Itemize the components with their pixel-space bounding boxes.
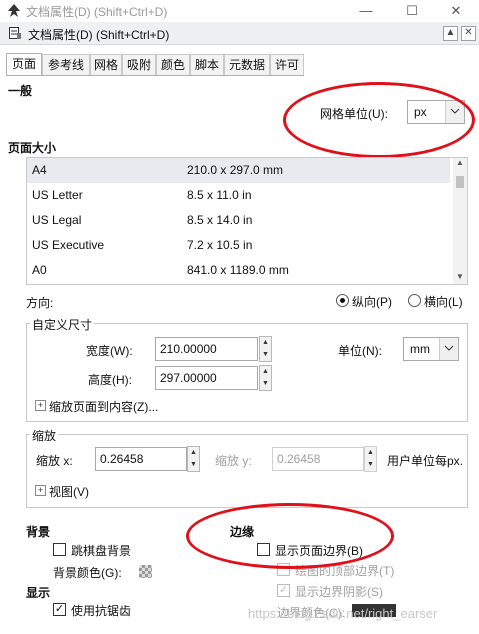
- detach-icon: ▲: [445, 27, 456, 38]
- scale-frame: [26, 434, 468, 508]
- page-size-heading: 页面大小: [8, 141, 57, 155]
- page-units-select[interactable]: mm: [403, 337, 459, 361]
- inkscape-app-icon: [8, 4, 20, 17]
- checkerboard-checkbox[interactable]: [53, 543, 66, 556]
- tab-grids[interactable]: 网格: [90, 54, 122, 75]
- antialias-label: 使用抗锯齿: [71, 604, 132, 618]
- document-properties-icon: [9, 27, 21, 39]
- dock-detach-button[interactable]: ▲: [443, 26, 458, 41]
- landscape-label: 横向(L): [424, 295, 463, 309]
- display-heading: 显示: [26, 586, 51, 600]
- tab-license[interactable]: 许可: [270, 54, 304, 75]
- width-input[interactable]: 210.00000: [155, 337, 258, 361]
- annotation-circle-grid-units: [283, 82, 475, 158]
- scroll-down-icon[interactable]: ▼: [453, 272, 467, 284]
- window-title: 文档属性(D) (Shift+Ctrl+D): [26, 5, 168, 19]
- list-item[interactable]: US Letter 8.5 x 11.0 in: [27, 183, 450, 208]
- stepper-down-icon[interactable]: ▼: [260, 378, 271, 389]
- landscape-radio[interactable]: [408, 294, 421, 307]
- list-scrollbar[interactable]: ▲ ▼: [453, 158, 467, 284]
- stepper-down-icon[interactable]: ▼: [188, 459, 199, 470]
- maximize-button[interactable]: ☐: [389, 0, 435, 22]
- tab-page[interactable]: 页面: [6, 53, 42, 76]
- portrait-label: 纵向(P): [352, 295, 392, 309]
- units-label: 单位(N):: [338, 344, 382, 358]
- dock-title: 文档属性(D) (Shift+Ctrl+D): [28, 28, 170, 42]
- general-heading: 一般: [8, 84, 33, 98]
- background-color-swatch[interactable]: [139, 565, 152, 578]
- close-button[interactable]: ✕: [433, 0, 479, 22]
- height-stepper[interactable]: ▲ ▼: [259, 365, 272, 391]
- expand-icon[interactable]: +: [35, 485, 46, 496]
- close-icon: ✕: [464, 27, 473, 38]
- minimize-icon: —: [359, 3, 373, 18]
- scale-y-stepper[interactable]: ▲ ▼: [364, 446, 377, 472]
- watermark-text: https://blog.csdn.net/right_earser: [248, 606, 438, 621]
- list-item[interactable]: A0 841.0 x 1189.0 mm: [27, 258, 450, 283]
- expand-icon[interactable]: +: [35, 400, 46, 411]
- border-shadow-label: 显示边界阴影(S): [295, 585, 383, 599]
- background-heading: 背景: [26, 525, 51, 539]
- tab-snap[interactable]: 吸附: [122, 54, 156, 75]
- height-label: 高度(H):: [88, 373, 132, 387]
- list-item[interactable]: US Executive 7.2 x 10.5 in: [27, 233, 450, 258]
- tab-guides[interactable]: 参考线: [42, 54, 90, 75]
- scale-x-input[interactable]: 0.26458: [95, 447, 187, 471]
- viewbox-expander[interactable]: 视图(V): [49, 483, 89, 500]
- height-input[interactable]: 297.00000: [155, 366, 258, 390]
- scale-x-label: 缩放 x:: [36, 454, 73, 468]
- dock-close-button[interactable]: ✕: [461, 26, 476, 41]
- width-label: 宽度(W):: [86, 344, 133, 358]
- scale-y-input[interactable]: 0.26458: [272, 447, 364, 471]
- scale-y-label: 缩放 y:: [215, 454, 252, 468]
- orientation-label: 方向:: [26, 296, 54, 310]
- list-item[interactable]: US Legal 8.5 x 14.0 in: [27, 208, 450, 233]
- tab-metadata[interactable]: 元数据: [224, 54, 270, 75]
- user-units-label: 用户单位每px.: [387, 454, 464, 468]
- scale-x-stepper[interactable]: ▲ ▼: [187, 446, 200, 472]
- close-icon: ✕: [450, 3, 462, 18]
- tab-color[interactable]: 颜色: [156, 54, 190, 75]
- annotation-circle-border: [186, 503, 394, 569]
- window-titlebar: 文档属性(D) (Shift+Ctrl+D) — ☐ ✕: [0, 0, 479, 22]
- tab-scripting[interactable]: 脚本: [190, 54, 224, 75]
- custom-size-title: 自定义尺寸: [30, 316, 95, 333]
- stepper-up-icon[interactable]: ▲: [365, 447, 376, 458]
- stepper-up-icon[interactable]: ▲: [260, 337, 271, 348]
- dock-header: 文档属性(D) (Shift+Ctrl+D) ▲ ✕: [0, 22, 479, 45]
- scale-title: 缩放: [30, 427, 59, 444]
- stepper-up-icon[interactable]: ▲: [188, 447, 199, 458]
- chevron-down-icon: [439, 338, 458, 360]
- page-size-list[interactable]: A4 210.0 x 297.0 mm US Letter 8.5 x 11.0 i…: [26, 157, 468, 285]
- minimize-button[interactable]: —: [343, 0, 389, 22]
- portrait-radio[interactable]: [336, 294, 349, 307]
- stepper-down-icon[interactable]: ▼: [260, 349, 271, 360]
- list-item[interactable]: A4 210.0 x 297.0 mm: [27, 158, 450, 183]
- checkerboard-label: 跳棋盘背景: [71, 544, 132, 558]
- antialias-checkbox[interactable]: ✓: [53, 603, 66, 616]
- stepper-down-icon[interactable]: ▼: [365, 459, 376, 470]
- maximize-icon: ☐: [406, 3, 418, 18]
- scroll-up-icon[interactable]: ▲: [453, 158, 467, 170]
- scroll-thumb[interactable]: [456, 176, 464, 188]
- stepper-up-icon[interactable]: ▲: [260, 366, 271, 377]
- border-shadow-checkbox[interactable]: ✓: [277, 584, 290, 597]
- background-color-label: 背景颜色(G):: [53, 566, 122, 580]
- tab-divider: [6, 75, 304, 76]
- width-stepper[interactable]: ▲ ▼: [259, 336, 272, 362]
- resize-to-content-expander[interactable]: 缩放页面到内容(Z)...: [49, 398, 158, 415]
